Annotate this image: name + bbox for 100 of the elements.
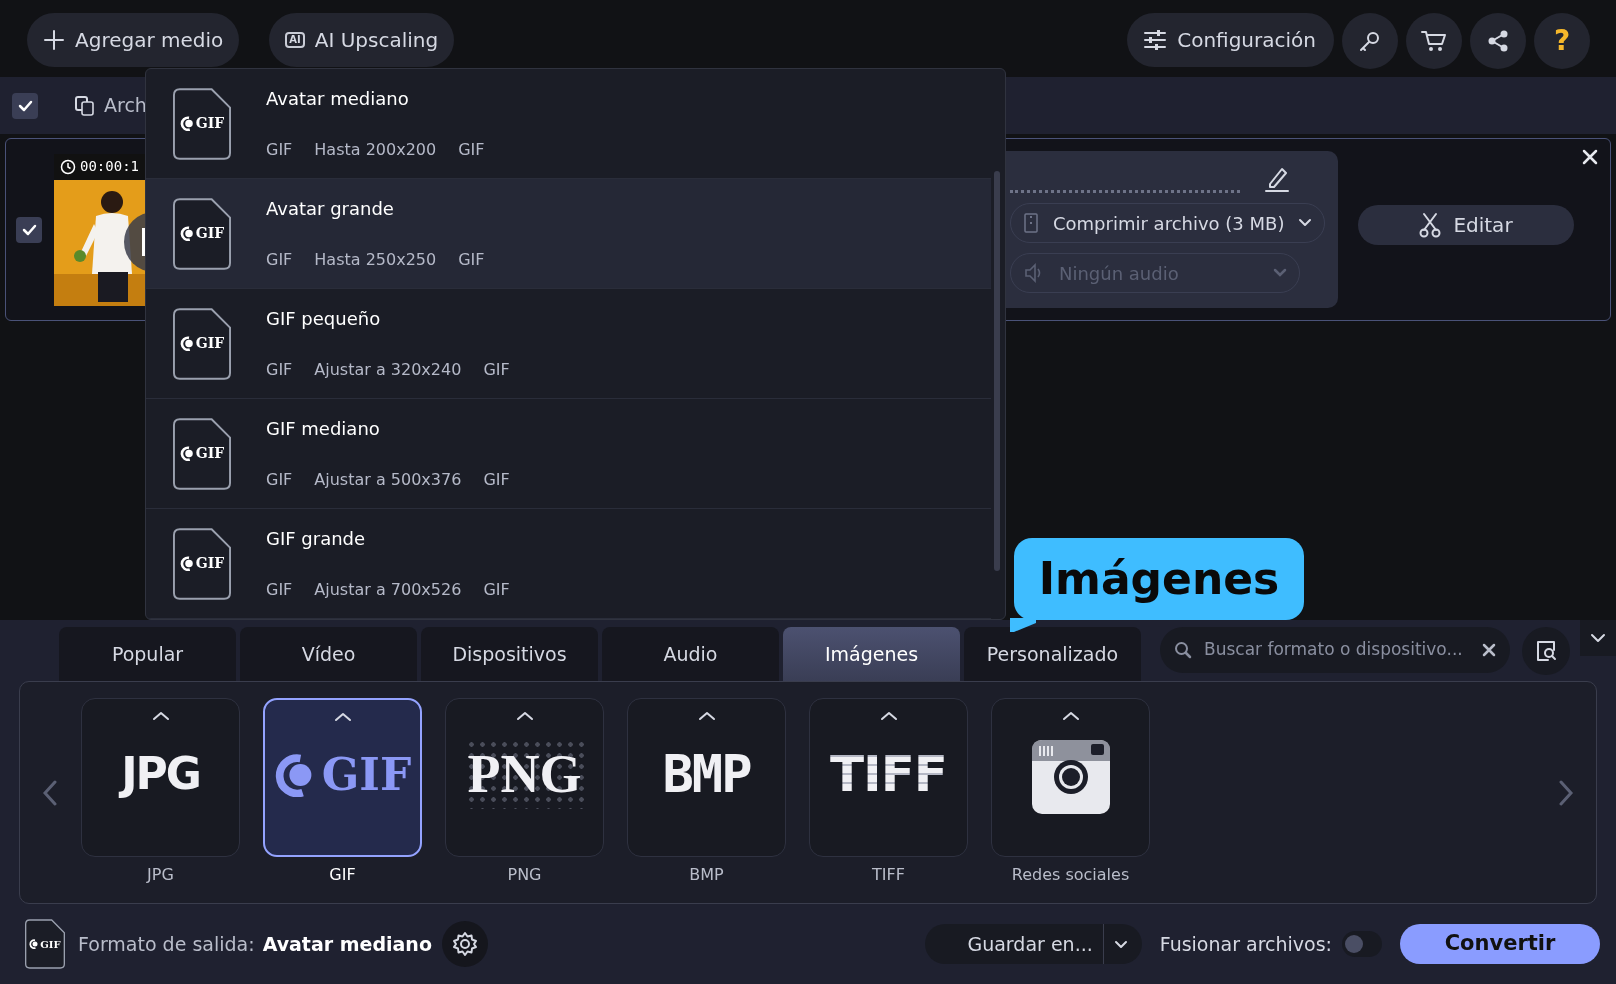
chevron-up-icon <box>333 712 352 722</box>
collapse-button[interactable] <box>1580 620 1616 656</box>
chevron-up-icon <box>879 711 898 721</box>
checkbox[interactable] <box>12 92 38 119</box>
format-tab[interactable]: Vídeo <box>240 627 417 681</box>
chevron-down-icon <box>1298 218 1313 228</box>
format-logo: GIF <box>273 740 412 810</box>
clock-icon <box>60 158 76 175</box>
chevron-up-icon <box>515 711 534 721</box>
chevron-right-icon <box>1558 779 1574 806</box>
sliders-icon <box>1143 28 1168 52</box>
preset-name: GIF mediano <box>266 417 381 441</box>
search-field[interactable]: Buscar formato o dispositivo... <box>1160 627 1510 673</box>
help-button[interactable]: ? <box>1534 13 1590 69</box>
camera-icon <box>1030 739 1111 815</box>
format-label: JPG <box>147 864 174 886</box>
chevron-left-icon <box>42 779 58 806</box>
preset-item[interactable]: GIF GIF pequeño GIF Ajustar a 320x240 GIF <box>146 289 991 399</box>
gif-file-icon: GIF <box>173 197 231 270</box>
format-tile[interactable]: GIF <box>263 698 422 857</box>
gif-file-icon: GIF <box>173 417 231 490</box>
next-button[interactable] <box>1558 779 1574 806</box>
preset-codec: GIF <box>458 249 485 271</box>
duration-text: 00:00:1 <box>80 157 139 176</box>
preset-codec: GIF <box>483 359 510 381</box>
settings-button[interactable] <box>441 921 488 967</box>
format-label: BMP <box>689 864 724 886</box>
files-button[interactable]: Arch <box>74 91 147 120</box>
preset-name: GIF pequeño <box>266 307 382 331</box>
format-tab[interactable]: Popular <box>59 627 236 681</box>
format-tile[interactable]: BMP <box>627 698 786 857</box>
preset-format: GIF <box>266 139 293 161</box>
convert-button[interactable]: Convertir <box>1400 924 1600 964</box>
key-button[interactable] <box>1342 13 1398 69</box>
pencil-icon <box>1264 165 1290 193</box>
format-tile[interactable] <box>991 698 1150 857</box>
output-format-value: Avatar mediano <box>262 931 432 957</box>
chevron-up-icon <box>697 711 716 721</box>
share-button[interactable] <box>1470 13 1526 69</box>
gif-file-icon: GIF <box>25 919 65 969</box>
preset-name: Avatar grande <box>266 197 395 221</box>
clear-icon[interactable] <box>1482 643 1496 657</box>
chevron-down-icon <box>1273 268 1287 278</box>
key-icon <box>1358 29 1382 53</box>
format-tile[interactable]: TIFF <box>809 698 968 857</box>
cart-icon <box>1421 29 1447 53</box>
format-label: GIF <box>329 864 356 886</box>
preset-codec: GIF <box>483 579 510 601</box>
preset-name: Avatar mediano <box>266 87 410 111</box>
preview-button[interactable] <box>1522 627 1570 675</box>
preset-codec: GIF <box>458 139 485 161</box>
merge-toggle[interactable] <box>1342 931 1382 957</box>
search-icon <box>1174 641 1192 659</box>
search-input[interactable]: Buscar formato o dispositivo... <box>1202 636 1472 664</box>
output-format-label: Formato de salida: <box>78 931 255 957</box>
cart-button[interactable] <box>1406 13 1462 69</box>
preset-format: GIF <box>266 469 293 491</box>
checkbox[interactable] <box>16 216 42 243</box>
preset-format: GIF <box>266 579 293 601</box>
chevron-down-icon <box>1113 940 1128 951</box>
preset-format: GIF <box>266 359 293 381</box>
copy-icon <box>74 94 96 117</box>
preset-item[interactable]: GIF Avatar grande GIF Hasta 250x250 GIF <box>146 179 991 289</box>
preset-size: Ajustar a 320x240 <box>314 359 462 381</box>
settings-button[interactable]: Configuración <box>1127 13 1334 67</box>
chevron-up-icon <box>151 711 170 721</box>
chevron-up-icon <box>1061 711 1080 721</box>
format-label: TIFF <box>872 864 905 886</box>
format-logo: PNG <box>465 739 584 809</box>
preset-size: Hasta 200x200 <box>314 139 437 161</box>
ai-upscaling-button[interactable]: AI AI Upscaling <box>269 13 455 67</box>
scrollbar[interactable] <box>994 171 1000 571</box>
format-label: Redes sociales <box>1011 864 1130 886</box>
preset-item[interactable]: GIF GIF grande GIF Ajustar a 700x526 GIF <box>146 509 991 619</box>
merge-files-label: Fusionar archivos: <box>1159 931 1332 957</box>
format-tab[interactable]: Personalizado <box>964 627 1141 681</box>
preset-name: GIF grande <box>266 527 367 551</box>
format-logo: BMP <box>662 743 751 806</box>
zip-icon <box>1023 212 1039 234</box>
format-label: PNG <box>507 864 542 886</box>
edit-button[interactable]: Editar <box>1358 205 1574 245</box>
format-tile[interactable]: JPG <box>81 698 240 857</box>
add-media-button[interactable]: Agregar medio <box>27 13 240 67</box>
format-tab[interactable]: Dispositivos <box>421 627 598 681</box>
preset-size: Hasta 250x250 <box>314 249 437 271</box>
share-icon <box>1486 29 1510 53</box>
scissors-icon <box>1419 212 1442 238</box>
callout-tail-tooltip <box>1010 618 1036 632</box>
preset-size: Ajustar a 700x526 <box>314 579 462 601</box>
close-icon[interactable] <box>1582 149 1598 165</box>
format-tab[interactable]: Audio <box>602 627 779 681</box>
previous-button[interactable] <box>42 779 58 806</box>
callout-tooltip: Imágenes <box>1014 538 1304 620</box>
format-tab[interactable]: Imágenes <box>783 627 960 681</box>
preset-item[interactable]: GIF GIF mediano GIF Ajustar a 500x376 GIF <box>146 399 991 509</box>
preset-size: Ajustar a 500x376 <box>314 469 462 491</box>
chip-icon: AI <box>285 32 305 48</box>
format-tile[interactable]: PNG <box>445 698 604 857</box>
compress-label: Comprimir archivo (3 MB) <box>1053 211 1285 236</box>
gif-file-icon: GIF <box>173 87 231 160</box>
